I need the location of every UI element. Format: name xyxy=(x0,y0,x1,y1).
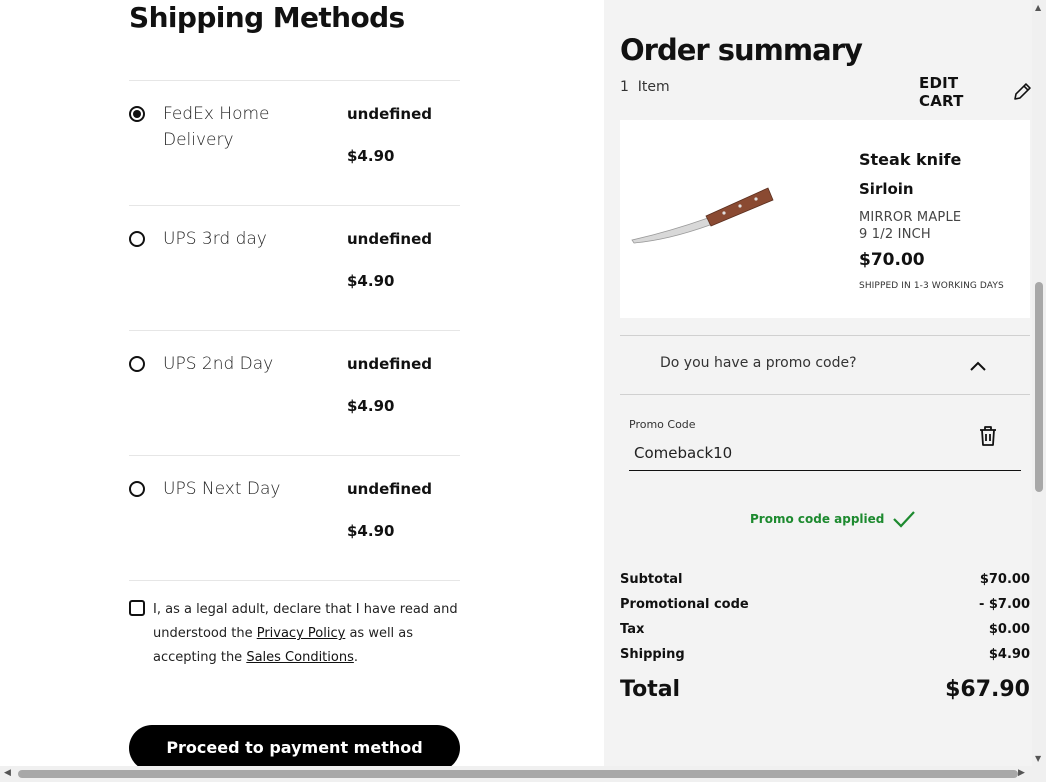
shipping-panel: Shipping Methods FedEx Home Delivery und… xyxy=(0,0,604,771)
method-name: UPS Next Day xyxy=(163,479,281,499)
vertical-scrollbar[interactable]: ▲ ▼ xyxy=(1032,0,1046,766)
legal-text-after: . xyxy=(353,650,358,665)
radio-button[interactable] xyxy=(129,106,145,122)
shipping-method-ups-3rd[interactable]: UPS 3rd day undefined $4.90 xyxy=(129,205,460,330)
promo-code-toggle[interactable]: Do you have a promo code? xyxy=(620,335,1030,395)
horizontal-scroll-thumb[interactable] xyxy=(18,770,1018,778)
tax-row: Tax $0.00 xyxy=(620,620,1030,645)
method-eta: undefined xyxy=(347,480,432,498)
method-eta: undefined xyxy=(347,105,432,123)
radio-button[interactable] xyxy=(129,356,145,372)
sales-conditions-link[interactable]: Sales Conditions xyxy=(246,650,354,665)
method-name: UPS 3rd day xyxy=(163,229,267,249)
trash-icon[interactable] xyxy=(976,424,1000,448)
method-name: FedEx Home Delivery xyxy=(163,104,270,150)
shipping-method-fedex[interactable]: FedEx Home Delivery undefined $4.90 xyxy=(129,80,460,205)
checkmark-icon xyxy=(893,511,916,528)
grand-total-label: Total xyxy=(620,677,681,702)
product-name: Steak knife xyxy=(859,150,962,169)
method-price: $4.90 xyxy=(347,272,395,290)
totals-table: Subtotal $70.00 Promotional code - $7.00… xyxy=(620,570,1030,712)
total-row-label: Tax xyxy=(620,622,645,637)
shipping-method-ups-next[interactable]: UPS Next Day undefined $4.90 xyxy=(129,455,460,580)
legal-checkbox[interactable] xyxy=(129,600,145,616)
total-row-value: $70.00 xyxy=(979,572,1030,587)
scroll-up-arrow-icon[interactable]: ▲ xyxy=(1035,3,1041,12)
grand-total-value: $67.90 xyxy=(945,677,1030,702)
shipping-title: Shipping Methods xyxy=(129,1,405,34)
scroll-left-arrow-icon[interactable]: ◀ xyxy=(4,768,11,778)
radio-button[interactable] xyxy=(129,481,145,497)
method-name: UPS 2nd Day xyxy=(163,354,274,374)
horizontal-scrollbar[interactable]: ◀ ▶ xyxy=(0,766,1046,782)
chevron-up-icon xyxy=(970,361,986,371)
scroll-down-arrow-icon[interactable]: ▼ xyxy=(1035,754,1041,763)
item-count: 1 Item xyxy=(620,79,670,95)
scroll-right-arrow-icon[interactable]: ▶ xyxy=(1018,768,1025,778)
vertical-scroll-thumb[interactable] xyxy=(1035,282,1043,492)
divider xyxy=(129,580,460,581)
shipping-method-ups-2nd[interactable]: UPS 2nd Day undefined $4.90 xyxy=(129,330,460,455)
product-price: $70.00 xyxy=(859,250,925,270)
method-eta: undefined xyxy=(347,355,432,373)
total-row-label: Promotional code xyxy=(620,597,749,612)
promo-code-label: Promo Code xyxy=(629,418,696,431)
product-shipping-note: SHIPPED IN 1-3 WORKING DAYS xyxy=(859,281,1004,291)
promo-applied-status: Promo code applied xyxy=(750,509,916,529)
shipping-row: Shipping $4.90 xyxy=(620,645,1030,670)
pencil-icon xyxy=(1014,83,1031,100)
edit-cart-link[interactable]: EDIT CART xyxy=(919,74,1032,110)
total-row-value: - $7.00 xyxy=(978,597,1030,612)
total-row-value: $4.90 xyxy=(988,647,1030,662)
proceed-to-payment-button[interactable]: Proceed to payment method xyxy=(129,725,460,771)
total-row-value: $0.00 xyxy=(988,622,1030,637)
product-card: Steak knife Sirloin MIRROR MAPLE 9 1/2 I… xyxy=(620,120,1030,318)
method-price: $4.90 xyxy=(347,522,395,540)
total-row-label: Subtotal xyxy=(620,572,683,587)
edit-cart-label: EDIT CART xyxy=(919,74,964,110)
product-image xyxy=(631,187,774,244)
privacy-policy-link[interactable]: Privacy Policy xyxy=(257,626,346,641)
product-size: 9 1/2 INCH xyxy=(859,227,931,242)
radio-button[interactable] xyxy=(129,231,145,247)
subtotal-row: Subtotal $70.00 xyxy=(620,570,1030,595)
legal-text: I, as a legal adult, declare that I have… xyxy=(153,598,463,670)
method-price: $4.90 xyxy=(347,147,395,165)
method-eta: undefined xyxy=(347,230,432,248)
order-summary-title: Order summary xyxy=(620,33,863,67)
total-row-label: Shipping xyxy=(620,647,685,662)
promo-question: Do you have a promo code? xyxy=(660,355,857,371)
promo-applied-text: Promo code applied xyxy=(750,512,885,526)
order-summary-panel: Order summary 1 Item EDIT CART Steak kni… xyxy=(604,0,1032,766)
promo-row: Promotional code - $7.00 xyxy=(620,595,1030,620)
method-price: $4.90 xyxy=(347,397,395,415)
promo-code-input[interactable] xyxy=(629,435,1021,471)
grand-total-row: Total $67.90 xyxy=(620,672,1030,712)
product-finish: MIRROR MAPLE xyxy=(859,210,962,225)
product-variant: Sirloin xyxy=(859,180,914,198)
